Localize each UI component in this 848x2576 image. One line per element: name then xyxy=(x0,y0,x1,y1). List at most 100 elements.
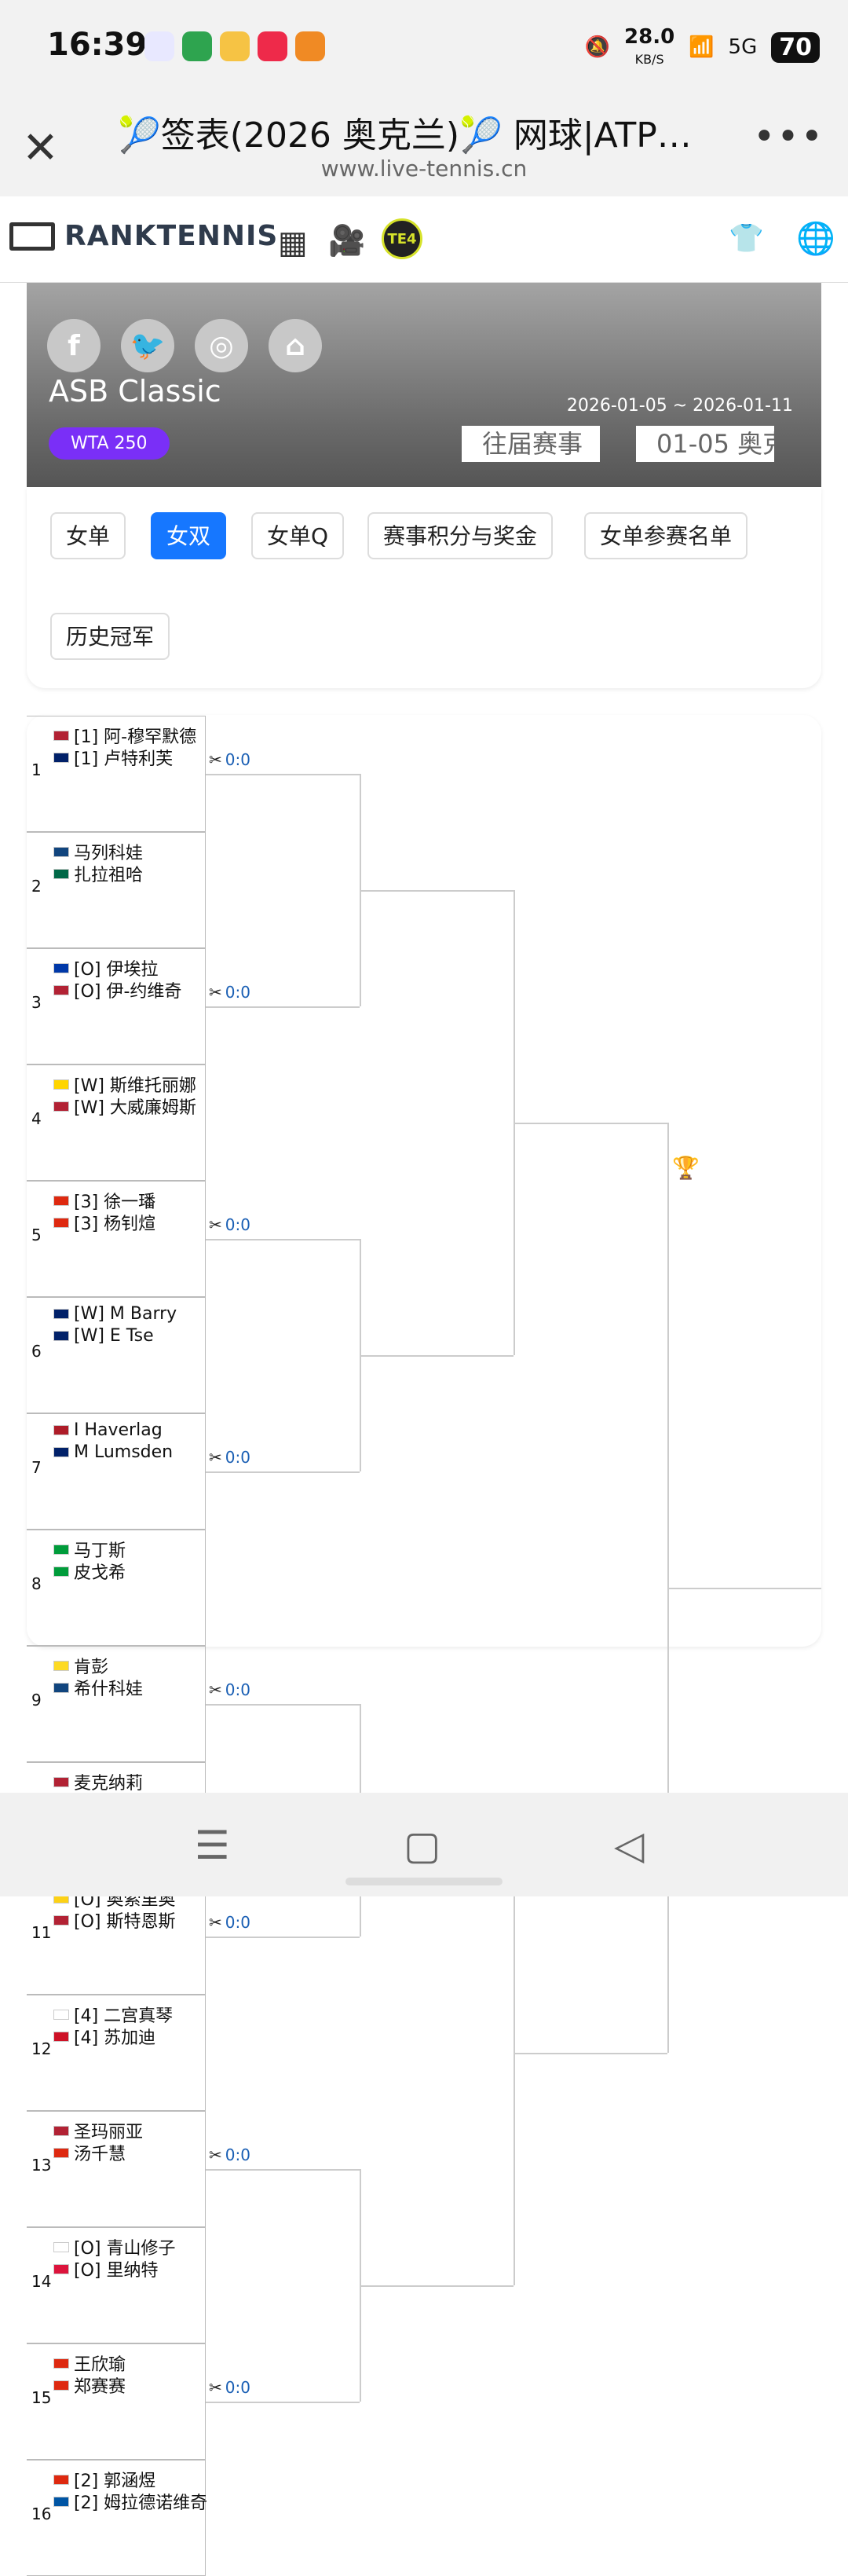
match-score[interactable]: ✂ 0:0 xyxy=(209,2378,250,2397)
player-name[interactable]: [O] 斯特恩斯 xyxy=(53,1907,175,1933)
tennis-racket-icon: ✂ xyxy=(209,750,222,769)
match-score[interactable]: ✂ 0:0 xyxy=(209,1215,250,1234)
draw-line: 5 [3] 徐一璠 [3] 杨钊煊 xyxy=(27,1181,206,1297)
tab-past-champions[interactable]: 历史冠军 xyxy=(50,613,170,660)
tab-qualifying[interactable]: 女单Q xyxy=(251,512,345,559)
back-icon[interactable]: ◁ xyxy=(614,1823,644,1868)
bracket-h-line xyxy=(360,890,514,892)
score-value: 0:0 xyxy=(225,2145,250,2164)
bracket-h-line xyxy=(206,1006,360,1008)
score-value: 0:0 xyxy=(225,750,250,769)
tennis-racket-icon: ✂ xyxy=(209,2145,222,2164)
tab-points-prize[interactable]: 赛事积分与奖金 xyxy=(367,512,554,559)
te4-badge[interactable]: TE4 xyxy=(382,218,422,259)
past-events-button[interactable]: 往届赛事 xyxy=(462,426,600,462)
site-navbar: RANKTENNIS ▦ 🎥 TE4 👕 🌐 xyxy=(0,196,848,283)
player-name[interactable]: I Haverlag xyxy=(53,1420,163,1440)
app-icon-4 xyxy=(258,31,287,61)
category-badge: WTA 250 xyxy=(49,427,170,460)
tennis-racket-icon: ✂ xyxy=(209,1913,222,1932)
player-label: [2] 姆拉德诺维奇 xyxy=(74,2494,208,2513)
status-bar: 16:39 🔕 28.0 KB/S 📶 5G 70 xyxy=(0,0,848,99)
line-number: 7 xyxy=(31,1458,42,1477)
bracket-h-line xyxy=(206,774,360,775)
trophy-icon: 🏆 xyxy=(672,1155,700,1181)
page-title: 🎾签表(2026 奥克兰)🎾 网球|ATP即… xyxy=(118,115,715,156)
flag-us-icon xyxy=(53,1915,69,1926)
player-label: [W] E Tse xyxy=(74,1326,154,1346)
player-name[interactable]: 郑赛赛 xyxy=(53,2373,126,2398)
app-icon-2 xyxy=(182,31,212,61)
date-select[interactable]: 01-05 奥克兰 xyxy=(636,426,774,462)
match-score[interactable]: ✂ 0:0 xyxy=(209,1680,250,1699)
player-name[interactable]: [1] 卢特利芙 xyxy=(53,745,173,770)
score-value: 0:0 xyxy=(225,1215,250,1234)
flag-cn-icon xyxy=(53,2358,69,2369)
match-score[interactable]: ✂ 0:0 xyxy=(209,983,250,1002)
line-number: 12 xyxy=(31,2039,52,2058)
bracket-h-line xyxy=(206,1471,360,1473)
player-name[interactable]: [W] M Barry xyxy=(53,1304,177,1324)
player-name[interactable]: [4] 苏加迪 xyxy=(53,2024,155,2049)
match-score[interactable]: ✂ 0:0 xyxy=(209,1913,250,1932)
brand-logo[interactable]: RANKTENNIS xyxy=(9,220,278,252)
bracket-h-line xyxy=(206,2169,360,2171)
bracket-h-line xyxy=(206,2402,360,2403)
shirt-icon[interactable]: 👕 xyxy=(729,222,764,255)
tennis-racket-icon: ✂ xyxy=(209,983,222,1002)
player-name[interactable]: [3] 杨钊煊 xyxy=(53,1210,155,1235)
player-name[interactable]: 皮戈希 xyxy=(53,1559,126,1584)
player-label: [W] M Barry xyxy=(74,1304,177,1324)
tab-singles[interactable]: 女单 xyxy=(50,512,126,559)
tennis-racket-icon: ✂ xyxy=(209,1215,222,1234)
twitter-icon[interactable]: 🐦 xyxy=(121,319,174,372)
flag-gb-icon xyxy=(53,1447,69,1457)
player-name[interactable]: [2] 姆拉德诺维奇 xyxy=(53,2489,207,2514)
flag-id-icon xyxy=(53,2031,69,2042)
bracket-h-line xyxy=(667,1588,821,1589)
player-label: [O] 伊-约维奇 xyxy=(74,982,182,1002)
menu-icon[interactable]: ☰ xyxy=(195,1823,230,1868)
net-speed: 28.0 KB/S xyxy=(624,25,675,67)
more-options-icon[interactable]: ••• xyxy=(753,115,824,159)
tournament-header: f 🐦 ◎ ⌂ ASB Classic 2026-01-05 ~ 2026-01… xyxy=(27,283,821,487)
flag-cn-icon xyxy=(53,2474,69,2485)
flag-mx-icon xyxy=(53,868,69,879)
player-name[interactable]: 希什科娃 xyxy=(53,1675,143,1700)
player-name[interactable]: [W] E Tse xyxy=(53,1326,154,1346)
match-score[interactable]: ✂ 0:0 xyxy=(209,750,250,769)
draw-bracket: 🏆 1 [1] 阿-穆罕默德 [1] 卢特利芙 2 马列科娃 扎拉祖哈 3 [O] 伊埃拉 [O… xyxy=(27,715,821,2576)
notification-icons xyxy=(144,31,325,61)
mute-icon: 🔕 xyxy=(584,35,611,59)
flag-cn-icon xyxy=(53,1217,69,1228)
tab-entry-list[interactable]: 女单参赛名单 xyxy=(584,512,748,559)
match-score[interactable]: ✂ 0:0 xyxy=(209,2145,250,2164)
match-score[interactable]: ✂ 0:0 xyxy=(209,1448,250,1467)
globe-icon[interactable]: 🌐 xyxy=(796,220,835,257)
player-name[interactable]: [O] 伊-约维奇 xyxy=(53,977,181,1002)
tennis-racket-icon: ✂ xyxy=(209,1448,222,1467)
line-number: 2 xyxy=(31,877,42,896)
tab-doubles[interactable]: 女双 xyxy=(151,512,227,559)
player-label: [4] 苏加迪 xyxy=(74,2028,156,2048)
bracket-h-line xyxy=(360,2285,514,2287)
player-name[interactable]: 汤千慧 xyxy=(53,2140,126,2165)
instagram-icon[interactable]: ◎ xyxy=(195,319,248,372)
draw-line: 13 圣玛丽亚 汤千慧 xyxy=(27,2111,206,2227)
player-name[interactable]: M Lumsden xyxy=(53,1442,173,1462)
draw-tabs: 女单 女双 女单Q 赛事积分与奖金 女单参赛名单 历史冠军 xyxy=(27,487,821,688)
player-name[interactable]: [O] 里纳特 xyxy=(53,2256,158,2281)
bracket-h-line xyxy=(206,1704,360,1706)
player-name[interactable]: [W] 大威廉姆斯 xyxy=(53,1094,196,1119)
player-name[interactable]: 扎拉祖哈 xyxy=(53,861,143,886)
flag-be-icon xyxy=(53,1660,69,1671)
grid-icon[interactable]: ▦ xyxy=(278,225,308,261)
home-square-icon[interactable]: ▢ xyxy=(404,1823,440,1868)
bracket-h-line xyxy=(360,1355,514,1357)
facebook-icon[interactable]: f xyxy=(47,319,101,372)
home-icon[interactable]: ⌂ xyxy=(269,319,322,372)
draw-line: 16 [2] 郭涵煜 [2] 姆拉德诺维奇 xyxy=(27,2460,207,2576)
line-number: 4 xyxy=(31,1109,42,1128)
video-camera-icon[interactable]: 🎥 xyxy=(328,223,365,258)
brand-name: RANKTENNIS xyxy=(64,220,279,252)
